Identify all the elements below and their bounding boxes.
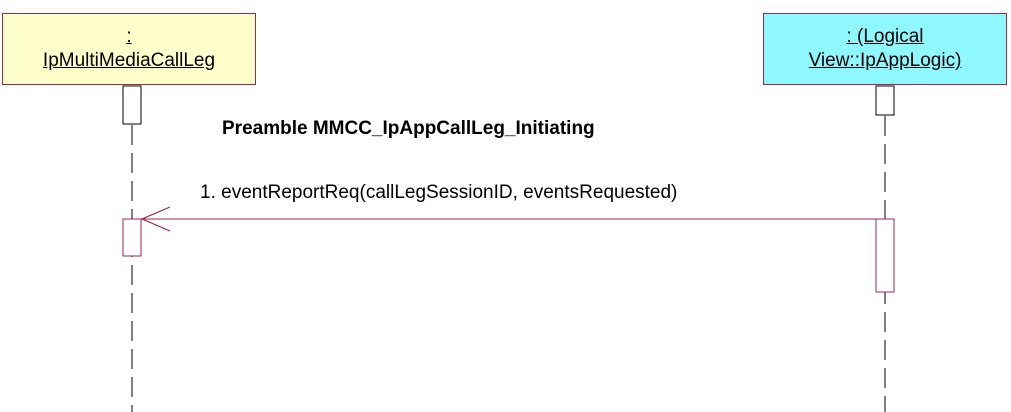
activation-right-send xyxy=(875,218,895,293)
activation-right-top xyxy=(875,85,895,116)
activation-left-receive xyxy=(122,218,142,257)
activation-left-top xyxy=(122,85,142,125)
preamble-title: Preamble MMCC_IpAppCallLeg_Initiating xyxy=(222,118,595,139)
sequence-diagram-canvas xyxy=(122,85,895,412)
message-label: 1. eventReportReq(callLegSessionID, even… xyxy=(200,182,678,203)
